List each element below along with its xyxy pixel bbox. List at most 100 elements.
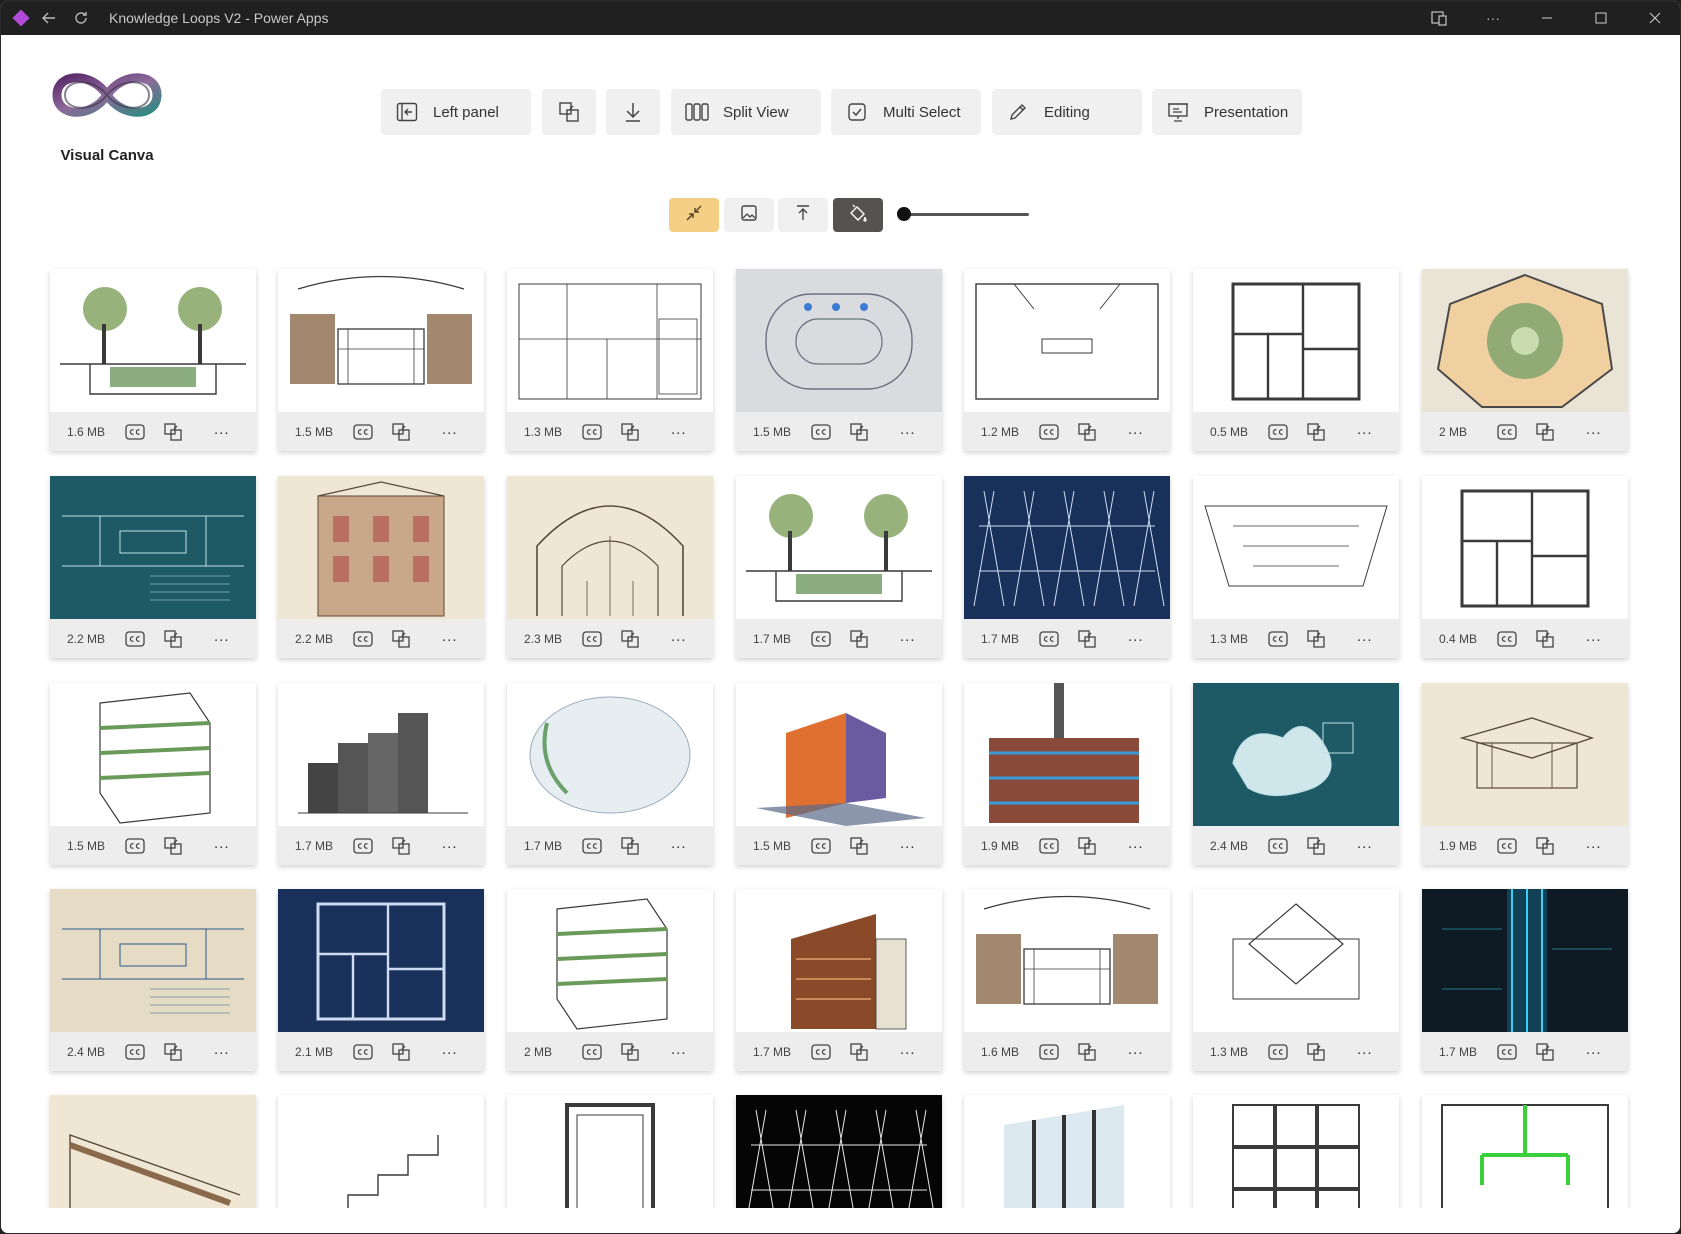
crop-icon[interactable] <box>1535 836 1555 861</box>
gallery-card[interactable] <box>1193 1095 1399 1208</box>
card-thumbnail[interactable] <box>736 269 942 412</box>
crop-icon[interactable] <box>849 422 869 447</box>
gallery-card[interactable]: 2.2 MB... <box>50 476 256 658</box>
card-thumbnail[interactable] <box>50 269 256 412</box>
card-thumbnail[interactable] <box>1422 889 1628 1032</box>
crop-icon[interactable] <box>391 1042 411 1067</box>
more-options-icon[interactable]: ... <box>671 835 687 852</box>
crop-icon[interactable] <box>1306 836 1326 861</box>
more-options-icon[interactable]: ... <box>1128 835 1144 852</box>
left-panel-button[interactable]: Left panel <box>381 89 531 135</box>
crop-icon[interactable] <box>1077 629 1097 654</box>
card-thumbnail[interactable] <box>278 683 484 826</box>
gallery-card[interactable]: 2.4 MB... <box>1193 683 1399 865</box>
gallery-card[interactable]: 2 MB... <box>507 889 713 1071</box>
closed-captions-icon[interactable] <box>125 424 145 445</box>
gallery-card[interactable]: 1.6 MB... <box>964 889 1170 1071</box>
multi-select-button[interactable]: Multi Select <box>831 89 981 135</box>
card-thumbnail[interactable] <box>278 889 484 1032</box>
card-thumbnail[interactable] <box>507 1095 713 1208</box>
presentation-button[interactable]: Presentation <box>1152 89 1302 135</box>
crop-icon[interactable] <box>391 629 411 654</box>
more-options-icon[interactable]: ... <box>1357 421 1373 438</box>
gallery-card[interactable]: 1.7 MB... <box>507 683 713 865</box>
more-options-icon[interactable]: ... <box>442 421 458 438</box>
card-thumbnail[interactable] <box>964 889 1170 1032</box>
share-screen-icon[interactable] <box>1412 1 1466 35</box>
card-thumbnail[interactable] <box>964 683 1170 826</box>
gallery-card[interactable]: 1.2 MB... <box>964 269 1170 451</box>
card-thumbnail[interactable] <box>50 889 256 1032</box>
zoom-slider-handle[interactable] <box>897 207 911 221</box>
closed-captions-icon[interactable] <box>125 1044 145 1065</box>
more-options-icon[interactable]: ... <box>1586 421 1602 438</box>
card-thumbnail[interactable] <box>1193 269 1399 412</box>
card-thumbnail[interactable] <box>1422 1095 1628 1208</box>
collapse-button[interactable] <box>669 198 719 232</box>
more-options-icon[interactable]: ... <box>214 628 230 645</box>
crop-icon[interactable] <box>1535 1042 1555 1067</box>
closed-captions-icon[interactable] <box>582 838 602 859</box>
more-options-icon[interactable]: ... <box>214 421 230 438</box>
crop-icon[interactable] <box>1535 629 1555 654</box>
closed-captions-icon[interactable] <box>1039 631 1059 652</box>
card-thumbnail[interactable] <box>507 889 713 1032</box>
card-thumbnail[interactable] <box>736 683 942 826</box>
closed-captions-icon[interactable] <box>1268 631 1288 652</box>
zoom-slider-track[interactable] <box>901 213 1029 216</box>
more-options-icon[interactable]: ... <box>900 835 916 852</box>
gallery-card[interactable]: 2 MB... <box>1422 269 1628 451</box>
gallery-card[interactable]: 1.5 MB... <box>736 683 942 865</box>
crop-icon[interactable] <box>1535 422 1555 447</box>
card-thumbnail[interactable] <box>50 683 256 826</box>
image-button[interactable] <box>724 198 774 232</box>
closed-captions-icon[interactable] <box>125 631 145 652</box>
gallery-card[interactable]: 1.3 MB... <box>507 269 713 451</box>
gallery-card[interactable]: 0.5 MB... <box>1193 269 1399 451</box>
closed-captions-icon[interactable] <box>582 631 602 652</box>
card-thumbnail[interactable] <box>1422 476 1628 619</box>
crop-icon[interactable] <box>620 836 640 861</box>
more-options-icon[interactable]: ... <box>1128 1041 1144 1058</box>
crop-icon[interactable] <box>163 422 183 447</box>
closed-captions-icon[interactable] <box>1497 424 1517 445</box>
more-options-icon[interactable]: ... <box>900 1041 916 1058</box>
card-thumbnail[interactable] <box>278 1095 484 1208</box>
crop-icon[interactable] <box>849 836 869 861</box>
closed-captions-icon[interactable] <box>811 838 831 859</box>
more-options-icon[interactable]: ... <box>671 628 687 645</box>
closed-captions-icon[interactable] <box>1039 1044 1059 1065</box>
card-thumbnail[interactable] <box>736 889 942 1032</box>
gallery-card[interactable] <box>736 1095 942 1208</box>
more-options-icon[interactable]: ... <box>1586 628 1602 645</box>
closed-captions-icon[interactable] <box>582 1044 602 1065</box>
more-options-icon[interactable]: ... <box>671 1041 687 1058</box>
crop-icon[interactable] <box>620 422 640 447</box>
editing-button[interactable]: Editing <box>992 89 1142 135</box>
crop-icon[interactable] <box>1306 629 1326 654</box>
more-options-icon[interactable]: ... <box>900 421 916 438</box>
crop-button[interactable] <box>542 89 596 135</box>
gallery-card[interactable] <box>278 1095 484 1208</box>
card-thumbnail[interactable] <box>1193 1095 1399 1208</box>
card-thumbnail[interactable] <box>964 476 1170 619</box>
align-top-button[interactable] <box>778 198 828 232</box>
crop-icon[interactable] <box>1077 836 1097 861</box>
card-thumbnail[interactable] <box>736 476 942 619</box>
crop-icon[interactable] <box>163 629 183 654</box>
split-view-button[interactable]: Split View <box>671 89 821 135</box>
card-thumbnail[interactable] <box>507 269 713 412</box>
gallery-card[interactable]: 1.6 MB... <box>50 269 256 451</box>
close-icon[interactable] <box>1628 1 1680 35</box>
more-options-icon[interactable]: ... <box>1357 835 1373 852</box>
gallery-card[interactable]: 0.4 MB... <box>1422 476 1628 658</box>
gallery-card[interactable]: 1.5 MB... <box>278 269 484 451</box>
gallery-card[interactable]: 1.7 MB... <box>964 476 1170 658</box>
closed-captions-icon[interactable] <box>811 1044 831 1065</box>
closed-captions-icon[interactable] <box>353 1044 373 1065</box>
closed-captions-icon[interactable] <box>1497 838 1517 859</box>
card-thumbnail[interactable] <box>736 1095 942 1208</box>
gallery-card[interactable]: 1.5 MB... <box>50 683 256 865</box>
card-thumbnail[interactable] <box>1422 269 1628 412</box>
crop-icon[interactable] <box>391 836 411 861</box>
